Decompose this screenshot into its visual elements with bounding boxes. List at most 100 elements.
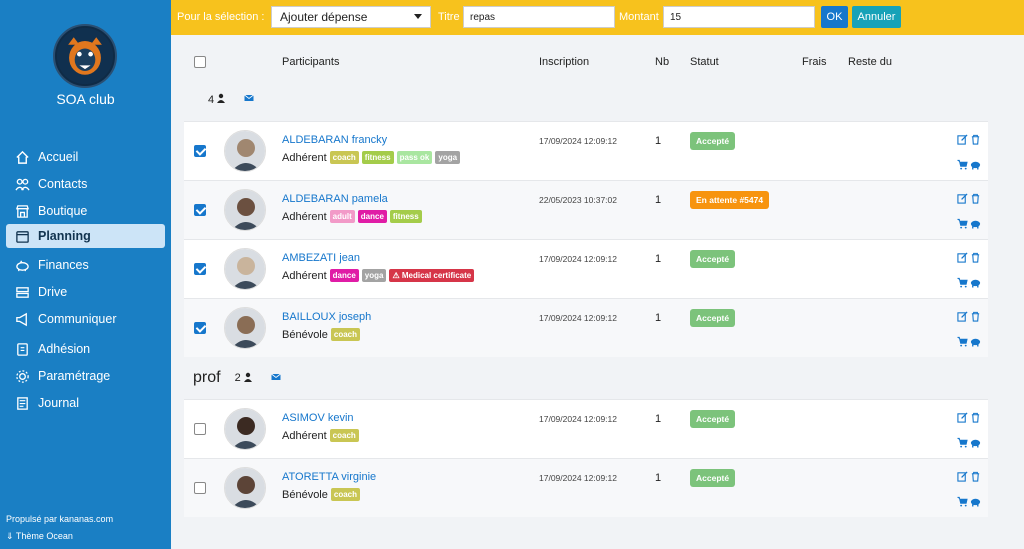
- row-actions: [953, 410, 981, 460]
- edit-icon[interactable]: [957, 309, 968, 327]
- tag-coach: coach: [330, 328, 360, 341]
- piggy-bank-icon[interactable]: [970, 216, 981, 234]
- envelope-icon[interactable]: [244, 93, 254, 106]
- sidebar-item-drive[interactable]: Drive: [6, 280, 165, 304]
- sidebar-item-planning[interactable]: Planning: [6, 224, 165, 248]
- row-checkbox[interactable]: [194, 322, 206, 334]
- club-logo[interactable]: [53, 24, 117, 88]
- edit-icon[interactable]: [957, 191, 968, 209]
- status-badge[interactable]: Accepté: [690, 250, 736, 268]
- piggy-bank-icon[interactable]: [970, 494, 981, 512]
- row-checkbox[interactable]: [194, 423, 206, 435]
- row-checkbox[interactable]: [194, 204, 206, 216]
- header-statut[interactable]: Statut: [690, 56, 719, 68]
- edit-icon[interactable]: [957, 410, 968, 428]
- row-checkbox[interactable]: [194, 145, 206, 157]
- role-label: Adhérent: [282, 151, 327, 164]
- sidebar-item-label: Paramétrage: [38, 369, 111, 383]
- role-label: Adhérent: [282, 429, 327, 442]
- participant-name-link[interactable]: ALDEBARAN pamela: [282, 193, 388, 205]
- table-row[interactable]: ATORETTA virginie Bénévole coach 17/09/2024…: [184, 458, 988, 517]
- trash-icon[interactable]: [970, 132, 981, 150]
- cart-icon[interactable]: [957, 216, 968, 234]
- selection-action-select[interactable]: Ajouter dépense: [271, 6, 431, 28]
- store-icon: [14, 203, 30, 219]
- table-row[interactable]: BAILLOUX joseph Bénévole coach 17/09/2024 1…: [184, 298, 988, 357]
- sidebar-item-boutique[interactable]: Boutique: [6, 199, 165, 223]
- sidebar-item-adhésion[interactable]: Adhésion: [6, 337, 165, 361]
- theme-label[interactable]: ⇓ Thème Ocean: [6, 531, 73, 542]
- participant-role: Adhérent dance yoga ⚠ Medical certificate: [282, 269, 477, 282]
- cart-icon[interactable]: [957, 334, 968, 352]
- header-frais[interactable]: Frais: [802, 56, 826, 68]
- sidebar-item-communiquer[interactable]: Communiquer: [6, 307, 165, 331]
- table-row[interactable]: ALDEBARAN francky Adhérent coach fitness pas…: [184, 121, 988, 180]
- participant-name-link[interactable]: ATORETTA virginie: [282, 471, 376, 483]
- sidebar-item-label: Drive: [38, 285, 68, 299]
- row-actions: [953, 469, 981, 519]
- trash-icon[interactable]: [970, 309, 981, 327]
- selection-label: Pour la sélection :: [177, 11, 265, 23]
- status-badge[interactable]: Accepté: [690, 132, 736, 150]
- title-input[interactable]: repas: [463, 6, 615, 28]
- status-badge[interactable]: En attente #5474: [690, 191, 770, 209]
- header-nb[interactable]: Nb: [655, 56, 669, 68]
- group-count: 4: [208, 93, 226, 106]
- status-badge[interactable]: Accepté: [690, 410, 736, 428]
- piggy-bank-icon[interactable]: [970, 435, 981, 453]
- envelope-icon[interactable]: [270, 372, 281, 385]
- participant-role: Adhérent coach: [282, 429, 362, 442]
- table-row[interactable]: ALDEBARAN pamela Adhérent adult dance fitnes…: [184, 180, 988, 239]
- edit-icon[interactable]: [957, 250, 968, 268]
- row-checkbox[interactable]: [194, 263, 206, 275]
- sidebar-item-contacts[interactable]: Contacts: [6, 172, 165, 196]
- select-all-checkbox[interactable]: [194, 56, 206, 68]
- participant-name-link[interactable]: BAILLOUX joseph: [282, 311, 371, 323]
- sidebar-item-journal[interactable]: Journal: [6, 391, 165, 415]
- sidebar-item-paramétrage[interactable]: Paramétrage: [6, 364, 165, 388]
- amount-input[interactable]: 15: [663, 6, 815, 28]
- sidebar-item-finances[interactable]: Finances: [6, 253, 165, 277]
- house-icon: [14, 149, 30, 165]
- inscription-date: 17/09/2024 12:09:12: [539, 313, 617, 323]
- group-count-value: 4: [208, 93, 215, 106]
- row-checkbox[interactable]: [194, 482, 206, 494]
- participant-name-link[interactable]: ALDEBARAN francky: [282, 134, 387, 146]
- trash-icon[interactable]: [970, 410, 981, 428]
- role-label: Bénévole: [282, 328, 328, 341]
- status-badge[interactable]: Accepté: [690, 469, 736, 487]
- avatar: [224, 130, 266, 172]
- piggy-bank-icon[interactable]: [970, 275, 981, 293]
- edit-icon[interactable]: [957, 132, 968, 150]
- piggy-bank-icon[interactable]: [970, 334, 981, 352]
- edit-icon[interactable]: [957, 469, 968, 487]
- piggy-bank-icon[interactable]: [970, 157, 981, 175]
- person-icon: [216, 93, 226, 106]
- avatar: [224, 408, 266, 450]
- trash-icon[interactable]: [970, 191, 981, 209]
- cart-icon[interactable]: [957, 157, 968, 175]
- table-row[interactable]: AMBEZATI jean Adhérent dance yoga ⚠ Medical …: [184, 239, 988, 298]
- participant-name-link[interactable]: AMBEZATI jean: [282, 252, 360, 264]
- powered-by[interactable]: Propulsé par kananas.com: [6, 514, 113, 524]
- participant-name-link[interactable]: ASIMOV kevin: [282, 412, 354, 424]
- header-participants[interactable]: Participants: [282, 56, 339, 68]
- header-reste-du[interactable]: Reste du: [848, 56, 892, 68]
- trash-icon[interactable]: [970, 469, 981, 487]
- cart-icon[interactable]: [957, 275, 968, 293]
- status-badge[interactable]: Accepté: [690, 309, 736, 327]
- sidebar-item-label: Communiquer: [38, 312, 117, 326]
- sidebar-item-label: Journal: [38, 396, 79, 410]
- ok-button[interactable]: OK: [821, 6, 848, 28]
- trash-icon[interactable]: [970, 250, 981, 268]
- tag-coach: coach: [329, 429, 359, 442]
- tag-coach: coach: [330, 488, 360, 501]
- sidebar-item-accueil[interactable]: Accueil: [6, 145, 165, 169]
- table-row[interactable]: ASIMOV kevin Adhérent coach 17/09/2024 12:0…: [184, 399, 988, 458]
- cancel-button[interactable]: Annuler: [852, 6, 901, 28]
- cart-icon[interactable]: [957, 494, 968, 512]
- nb-value: 1: [655, 472, 662, 484]
- tag-coach: coach: [329, 151, 359, 164]
- cart-icon[interactable]: [957, 435, 968, 453]
- header-inscription[interactable]: Inscription: [539, 56, 589, 68]
